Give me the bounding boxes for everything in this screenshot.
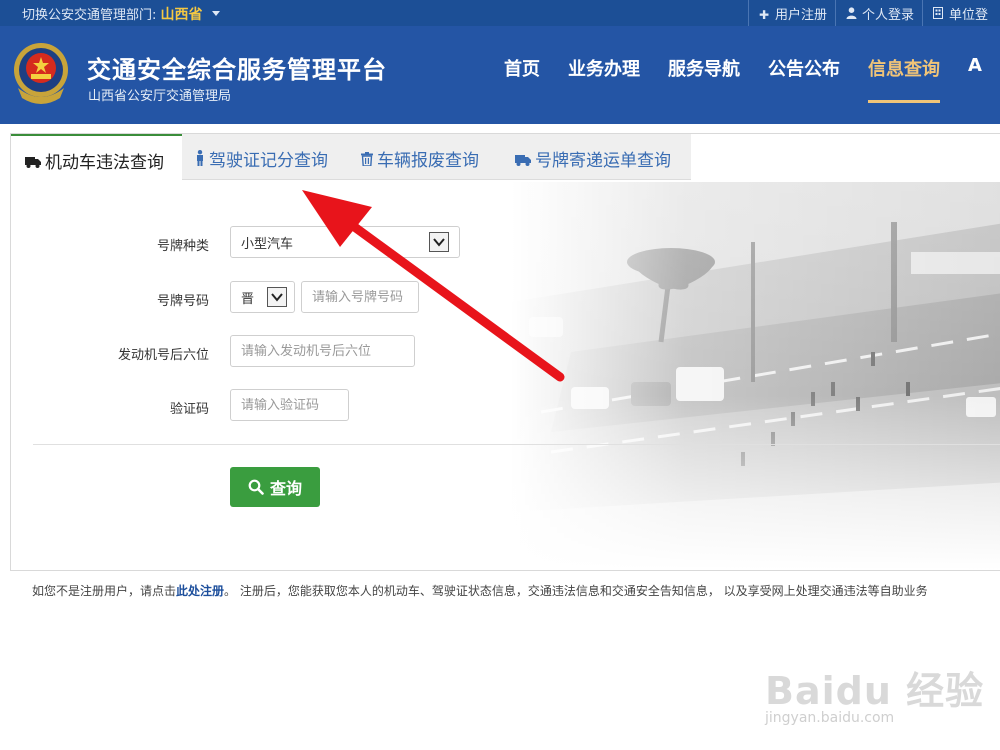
captcha-label: 验证码	[169, 402, 209, 417]
caret-down-icon	[211, 11, 220, 16]
plate-type-label: 号牌种类	[156, 239, 209, 254]
baidu-jingyan-watermark: Baidu 经验 jingyan.baidu.com	[765, 640, 985, 730]
tab-vehicle-scrap[interactable]: 车辆报废查询	[361, 134, 479, 180]
tab-license-points[interactable]: 驾驶证记分查询	[195, 134, 328, 180]
truck-icon	[25, 156, 41, 172]
nav-info-query[interactable]: 信息查询	[868, 55, 940, 103]
search-icon	[248, 479, 264, 495]
query-button[interactable]: 查询	[230, 467, 320, 507]
personal-login-label: 个人登录	[862, 8, 915, 23]
register-link-label: 用户注册	[775, 8, 828, 23]
person-icon	[195, 150, 205, 170]
nav-service-guide[interactable]: 服务导航	[668, 55, 740, 85]
trash-icon	[361, 152, 373, 170]
red-annotation-arrow	[302, 190, 565, 382]
nav-business[interactable]: 业务办理	[568, 55, 640, 85]
plate-number-label: 号牌号码	[156, 294, 209, 309]
top-links: ✚ 用户注册 个人登录 单位登	[748, 0, 996, 26]
police-emblem-logo	[14, 43, 68, 104]
personal-login-link[interactable]: 个人登录	[835, 0, 922, 26]
query-tabs: 机动车违法查询 驾驶证记分查询 车辆报废查询 号牌寄递运单查询	[11, 134, 691, 181]
plus-icon: ✚	[759, 8, 770, 22]
site-subtitle: 山西省公安厅交通管理局	[88, 89, 232, 104]
site-title: 交通安全综合服务管理平台	[87, 56, 387, 84]
tab-plate-delivery-label: 号牌寄递运单查询	[535, 151, 671, 171]
user-icon	[846, 7, 858, 22]
tab-plate-delivery[interactable]: 号牌寄递运单查询	[515, 134, 671, 180]
watermark-url: jingyan.baidu.com	[765, 710, 895, 726]
truck-icon	[515, 154, 531, 170]
register-link[interactable]: ✚ 用户注册	[748, 0, 835, 26]
note-text-before: 如您不是注册用户，请点击	[32, 584, 177, 598]
tab-vehicle-scrap-label: 车辆报废查询	[377, 151, 479, 171]
nav-more[interactable]: A	[968, 55, 982, 85]
plate-type-value: 小型汽车	[241, 236, 294, 252]
top-utility-bar: 切换公安交通管理部门: 山西省 ✚ 用户注册 个人登录 单位登	[0, 0, 1000, 26]
register-here-link[interactable]: 此处注册	[176, 584, 224, 598]
unit-login-label: 单位登	[949, 8, 989, 23]
nav-announcements[interactable]: 公告公布	[768, 55, 840, 85]
page: 切换公安交通管理部门: 山西省 ✚ 用户注册 个人登录 单位登 交通安全综合服务…	[0, 0, 1000, 750]
query-button-label: 查询	[269, 479, 302, 498]
note-text-after: 。 注册后，您能获取您本人的机动车、驾驶证状态信息，交通违法信息和交通安全告知信…	[224, 584, 928, 598]
site-header: 交通安全综合服务管理平台 山西省公安厅交通管理局 首页 业务办理 服务导航 公告…	[0, 26, 1000, 124]
department-label: 切换公安交通管理部门:	[22, 8, 157, 23]
engine-number-label: 发动机号后六位	[117, 348, 209, 363]
plate-prefix-select[interactable]: 晋	[230, 281, 295, 313]
street-photo-background	[511, 182, 1000, 570]
captcha-field[interactable]	[241, 397, 338, 413]
tab-vehicle-violation-label: 机动车违法查询	[45, 153, 164, 173]
department-switcher[interactable]: 切换公安交通管理部门: 山西省	[22, 4, 220, 24]
main-nav: 首页 业务办理 服务导航 公告公布 信息查询 A	[504, 55, 1000, 103]
form-divider	[33, 444, 1000, 445]
tab-license-points-label: 驾驶证记分查询	[209, 151, 328, 171]
nav-home[interactable]: 首页	[504, 55, 540, 85]
tab-vehicle-violation[interactable]: 机动车违法查询	[11, 134, 182, 181]
building-icon	[933, 7, 945, 22]
chevron-down-icon	[267, 287, 287, 307]
province-name: 山西省	[160, 7, 203, 23]
watermark-brand: Baidu 经验	[765, 669, 985, 713]
registration-note: 如您不是注册用户，请点击此处注册。 注册后，您能获取您本人的机动车、驾驶证状态信…	[32, 582, 928, 599]
unit-login-link[interactable]: 单位登	[922, 0, 996, 26]
plate-prefix-value: 晋	[241, 291, 255, 307]
